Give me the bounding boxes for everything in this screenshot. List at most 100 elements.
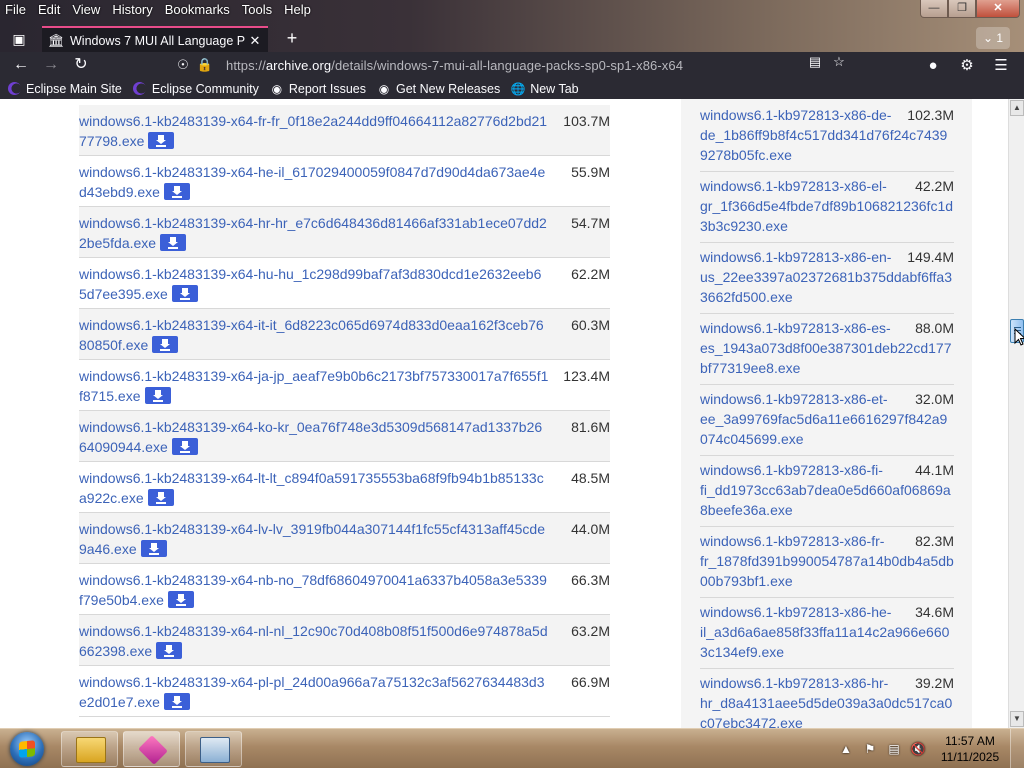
maximize-button[interactable]: ❐ [948,0,976,18]
x86-file-list: windows6.1-kb972813-x86-de-de_1b86ff9b8f… [700,101,954,728]
file-link[interactable]: windows6.1-kb2483139-x64-pl-pl_24d00a966… [79,672,549,712]
file-row: windows6.1-kb2483139-x64-hu-hu_1c298d99b… [79,258,610,309]
download-icon[interactable] [163,693,190,710]
menu-bookmarks[interactable]: Bookmarks [159,0,236,20]
clock[interactable]: 11:57 AM 11/11/2025 [930,733,1010,765]
minimize-button[interactable]: — [920,0,948,18]
menu-view[interactable]: View [66,0,106,20]
file-link[interactable]: windows6.1-kb2483139-x64-it-it_6d8223c06… [79,315,549,355]
taskbar-file-explorer[interactable] [61,731,118,767]
file-name[interactable]: windows6.1-kb2483139-x64-it-it_6d8223c06… [79,317,544,353]
tab-list-button[interactable]: ⌄ 1 [976,27,1010,49]
firefox-view-icon[interactable]: ▣ [6,28,32,50]
file-link[interactable]: windows6.1-kb2483139-x64-nl-nl_12c90c70d… [79,621,549,661]
menu-edit[interactable]: Edit [32,0,66,20]
tab-archive[interactable]: 🏛 Windows 7 MUI All Language P ✕ [42,26,268,54]
download-icon[interactable] [140,540,167,557]
file-name[interactable]: windows6.1-kb2483139-x64-nb-no_78df68604… [79,572,547,608]
file-name-part1[interactable]: windows6.1-kb972813-x86-es- [700,318,900,338]
shield-icon[interactable]: ☉ [172,57,194,73]
account-icon[interactable]: ● [916,57,950,74]
scroll-down-arrow-icon[interactable]: ▼ [1010,711,1024,727]
back-button[interactable]: ← [6,52,36,78]
reload-button[interactable]: ↻ [66,52,96,78]
file-name-part2[interactable]: us_22ee3397a02372681b375ddabf6ffa33662fd… [700,269,952,305]
bookmark-eclipse-community[interactable]: Eclipse Community [132,82,259,96]
file-link[interactable]: windows6.1-kb2483139-x64-ko-kr_0ea76f748… [79,417,549,457]
lock-icon[interactable]: 🔒 [194,57,216,73]
file-link[interactable]: windows6.1-kb2483139-x64-lt-lt_c894f0a59… [79,468,549,508]
extensions-icon[interactable]: ⚙ [950,56,984,74]
download-icon[interactable] [144,387,171,404]
bookmark-new-tab[interactable]: 🌐 New Tab [510,82,579,96]
file-size: 82.3M [915,533,954,549]
download-icon[interactable] [152,336,179,353]
reader-view-icon[interactable]: ▤ [804,54,826,70]
url-text[interactable]: https://archive.org/details/windows-7-mu… [226,58,683,73]
download-icon[interactable] [171,438,198,455]
download-icon[interactable] [156,642,183,659]
network-icon[interactable]: ▤ [882,742,906,756]
file-link[interactable]: windows6.1-kb2483139-x64-fr-fr_0f18e2a24… [79,111,549,151]
hamburger-menu-icon[interactable]: ☰ [984,56,1018,74]
action-center-flag-icon[interactable]: ⚑ [858,742,882,756]
file-name-part1[interactable]: windows6.1-kb972813-x86-fr- [700,531,900,551]
download-icon[interactable] [163,183,190,200]
show-desktop-button[interactable] [1010,729,1024,768]
taskbar-remote-desktop[interactable] [185,731,242,767]
file-name-part2[interactable]: fr_1878fd391b990054787a14b0db4a5db00b793… [700,553,954,589]
bookmark-eclipse-main-site[interactable]: Eclipse Main Site [6,82,122,96]
bookmark-get-new-releases[interactable]: ◉ Get New Releases [376,82,500,96]
tab-close-icon[interactable]: ✕ [248,33,262,49]
menu-history[interactable]: History [106,0,158,20]
file-name[interactable]: windows6.1-kb2483139-x64-ko-kr_0ea76f748… [79,419,542,455]
volume-muted-icon[interactable]: 🔇 [906,742,930,756]
menu-tools[interactable]: Tools [236,0,278,20]
download-icon[interactable] [147,489,174,506]
menu-file[interactable]: File [0,0,32,20]
file-link[interactable]: windows6.1-kb2483139-x64-hu-hu_1c298d99b… [79,264,549,304]
forward-button[interactable]: → [36,52,66,78]
taskbar-browser[interactable] [123,731,180,767]
file-name-part1[interactable]: windows6.1-kb972813-x86-el- [700,176,900,196]
file-name-part2[interactable]: hr_d8a4131aee5d5de039a3a0dc517ca0c07ebc3… [700,695,952,728]
github-icon: ◉ [378,81,390,96]
file-name[interactable]: windows6.1-kb2483139-x64-pl-pl_24d00a966… [79,674,545,710]
file-link[interactable]: windows6.1-kb2483139-x64-he-il_617029400… [79,162,549,202]
file-name-part2[interactable]: ee_3a99769fac5d6a11e6616297f842a9074c045… [700,411,947,447]
bookmark-star-icon[interactable]: ☆ [828,54,850,70]
file-link[interactable]: windows6.1-kb2483139-x64-ja-jp_aeaf7e9b0… [79,366,549,406]
vertical-scrollbar[interactable]: ▲ ▼ [1008,99,1024,728]
bookmark-report-issues[interactable]: ◉ Report Issues [269,82,366,96]
file-name-part1[interactable]: windows6.1-kb972813-x86-hr- [700,673,900,693]
file-name[interactable]: windows6.1-kb2483139-x64-hr-hr_e7c6d6484… [79,215,547,251]
download-icon[interactable] [160,234,187,251]
file-name-part2[interactable]: gr_1f366d5e4fbde7df89b106821236fc1d3b3c9… [700,198,953,234]
file-name[interactable]: windows6.1-kb2483139-x64-nl-nl_12c90c70d… [79,623,548,659]
close-window-button[interactable]: ✕ [976,0,1020,18]
file-name[interactable]: windows6.1-kb2483139-x64-hu-hu_1c298d99b… [79,266,541,302]
scroll-up-arrow-icon[interactable]: ▲ [1010,100,1024,116]
file-name[interactable]: windows6.1-kb2483139-x64-he-il_617029400… [79,164,545,200]
file-name-part1[interactable]: windows6.1-kb972813-x86-fi- [700,460,900,480]
file-name-part2[interactable]: de_1b86ff9b8f4c517dd341d76f24c74399278b0… [700,127,947,163]
download-icon[interactable] [167,591,194,608]
file-name-part1[interactable]: windows6.1-kb972813-x86-he- [700,602,900,622]
file-name-part1[interactable]: windows6.1-kb972813-x86-et- [700,389,900,409]
new-tab-button[interactable]: + [280,28,304,50]
file-name-part2[interactable]: il_a3d6a6ae858f33ffa11a14c2a966e6603c134… [700,624,949,660]
file-name-part2[interactable]: es_1943a073d8f00e387301deb22cd177bf77319… [700,340,951,376]
show-hidden-icons-icon[interactable]: ▲ [834,742,858,756]
file-name-part1[interactable]: windows6.1-kb972813-x86-en- [700,247,900,267]
file-link[interactable]: windows6.1-kb2483139-x64-lv-lv_3919fb044… [79,519,549,559]
start-button[interactable] [5,731,49,767]
download-icon[interactable] [171,285,198,302]
file-name-part1[interactable]: windows6.1-kb972813-x86-de- [700,105,900,125]
download-icon[interactable] [148,132,175,149]
menu-help[interactable]: Help [278,0,317,20]
file-link[interactable]: windows6.1-kb2483139-x64-hr-hr_e7c6d6484… [79,213,549,253]
file-link[interactable]: windows6.1-kb2483139-x64-nb-no_78df68604… [79,570,549,610]
menu-bar: File Edit View History Bookmarks Tools H… [0,0,1024,20]
url-bar[interactable]: ☉ 🔒 https://archive.org/details/windows-… [172,54,854,76]
file-name-part2[interactable]: fi_dd1973cc63ab7dea0e5d660af06869a8beefe… [700,482,951,518]
